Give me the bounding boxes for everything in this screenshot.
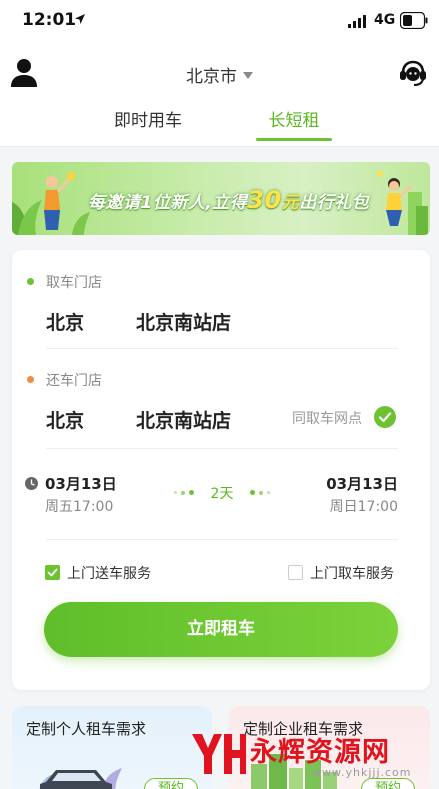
duration-dot — [174, 491, 177, 494]
header-divider — [0, 146, 439, 147]
divider — [46, 539, 398, 540]
personal-rental-title: 定制个人租车需求 — [26, 720, 147, 738]
watermark: 永辉资源网 www.yhkjjj.com — [188, 728, 438, 788]
check-circle-icon[interactable] — [374, 406, 396, 428]
watermark-url: www.yhkjjj.com — [312, 766, 412, 779]
pickup-dot — [27, 278, 34, 285]
rental-card: 取车门店 北京 北京南站店 还车门店 北京 北京南站店 同取车网点 03月13日… — [12, 250, 430, 690]
watermark-logo — [192, 734, 246, 774]
banner-right-illustration — [377, 171, 428, 235]
banner-amount: 30 — [247, 186, 282, 214]
banner-text-before: 每邀请1位新人,立得 — [88, 193, 248, 213]
duration-dot — [259, 490, 263, 495]
pickup-store-label: 取车门店 — [46, 275, 102, 291]
banner-unit: 元 — [281, 193, 300, 213]
tab-instant-car[interactable]: 即时用车 — [100, 106, 196, 131]
active-tab-indicator — [256, 138, 332, 141]
delivery-service-checkbox[interactable] — [45, 565, 60, 580]
city-name: 北京市 — [186, 67, 237, 87]
return-store[interactable]: 北京南站店 — [136, 406, 231, 433]
return-date[interactable]: 03月13日 — [326, 473, 398, 494]
same-as-pickup-label[interactable]: 同取车网点 — [292, 408, 362, 428]
watermark-text: 永辉资源网 — [250, 737, 390, 768]
duration-text: 2天 — [210, 486, 234, 502]
clock-icon — [25, 477, 38, 490]
divider — [46, 348, 398, 349]
location-arrow-icon — [75, 14, 85, 24]
banner-text-after: 出行礼包 — [299, 193, 370, 213]
car-illustration — [39, 768, 122, 789]
return-city[interactable]: 北京 — [46, 406, 84, 433]
pickup-store[interactable]: 北京南站店 — [136, 308, 231, 335]
duration-dot — [267, 491, 270, 494]
battery-icon — [400, 12, 428, 29]
return-store-label: 还车门店 — [46, 373, 102, 389]
status-time: 12:01 — [22, 10, 77, 30]
tab-long-short-rent[interactable]: 长短租 — [250, 106, 338, 131]
rental-duration: 2天 — [172, 483, 272, 503]
network-label: 4G — [374, 12, 396, 28]
banner-left-illustration — [12, 172, 90, 235]
pickup-weekday-time[interactable]: 周五17:00 — [45, 496, 113, 516]
duration-dot — [181, 490, 185, 495]
personal-rental-card[interactable]: 定制个人租车需求 预约 — [12, 706, 212, 789]
pickup-date[interactable]: 03月13日 — [45, 473, 117, 494]
caret-down-icon — [243, 72, 253, 79]
return-dot — [27, 376, 34, 383]
return-weekday-time[interactable]: 周日17:00 — [330, 496, 398, 516]
pickup-service-checkbox[interactable] — [288, 565, 303, 580]
signal-icon — [348, 15, 366, 28]
pickup-city[interactable]: 北京 — [46, 308, 84, 335]
customer-service-icon[interactable] — [398, 58, 428, 88]
duration-dot — [250, 490, 255, 495]
duration-dot — [189, 490, 194, 495]
checkmark-icon — [47, 568, 58, 577]
delivery-service-label[interactable]: 上门送车服务 — [67, 563, 151, 583]
rent-now-button[interactable]: 立即租车 — [44, 602, 398, 657]
invite-banner[interactable]: 每邀请1位新人,立得30元出行礼包 — [12, 162, 430, 235]
pickup-service-label[interactable]: 上门取车服务 — [310, 563, 394, 583]
city-selector[interactable]: 北京市 — [0, 62, 439, 87]
banner-text: 每邀请1位新人,立得30元出行礼包 — [88, 186, 369, 214]
status-bar: 12:01 4G — [0, 0, 439, 44]
divider — [46, 448, 398, 449]
